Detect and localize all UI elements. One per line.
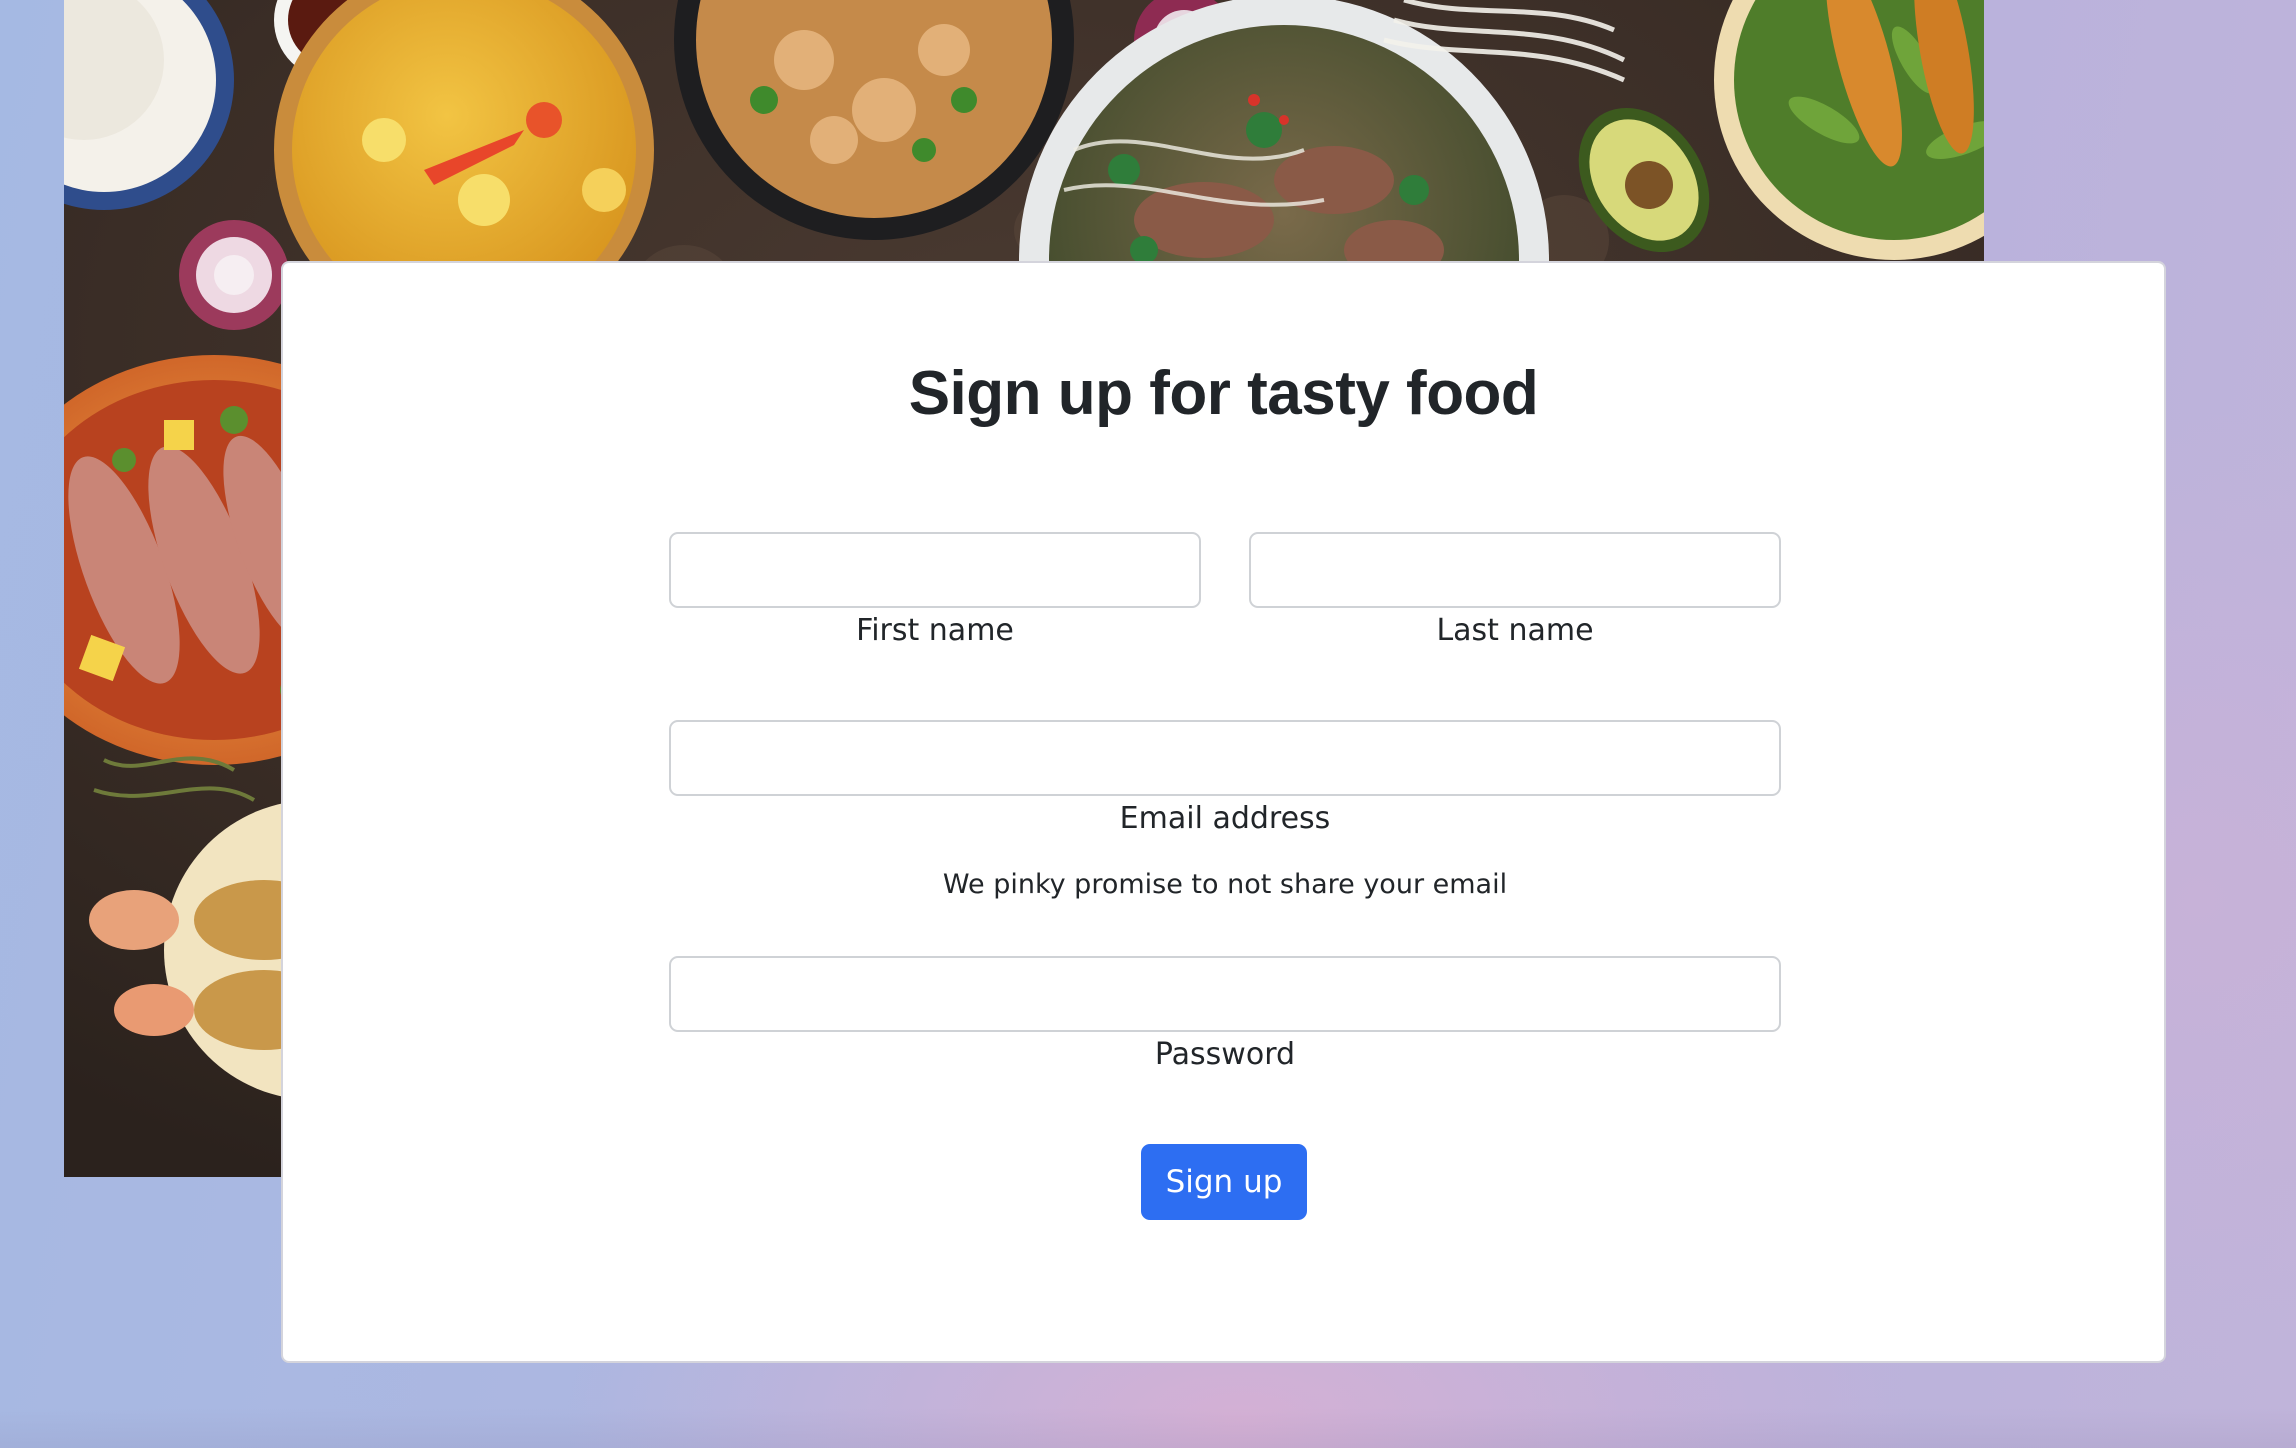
signup-card: Sign up for tasty food First name Last n… [281, 261, 2166, 1363]
first-name-input[interactable] [669, 532, 1201, 608]
email-input[interactable] [669, 720, 1781, 796]
email-hint: We pinky promise to not share your email [942, 869, 1508, 900]
password-input[interactable] [669, 956, 1781, 1032]
page-title: Sign up for tasty food [908, 359, 1539, 428]
last-name-label: Last name [1436, 613, 1594, 648]
sign-up-button[interactable]: Sign up [1141, 1144, 1307, 1220]
email-label: Email address [1119, 801, 1331, 836]
password-label: Password [1154, 1037, 1296, 1072]
last-name-input[interactable] [1249, 532, 1781, 608]
first-name-label: First name [856, 613, 1014, 648]
page-bottom-shade [0, 1408, 2296, 1448]
